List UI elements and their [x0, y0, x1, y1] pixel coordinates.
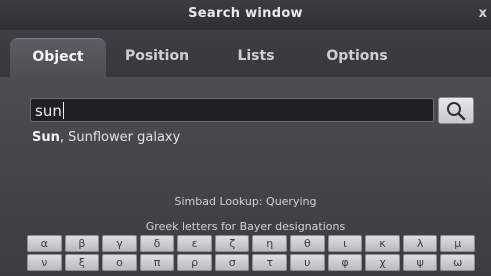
search-icon	[447, 102, 466, 121]
tab-object[interactable]: Object	[10, 38, 106, 78]
greek-key-epsilon[interactable]: ε	[177, 235, 212, 252]
tab-bar: Object Position Lists Options	[0, 30, 491, 78]
greek-key-kappa[interactable]: κ	[365, 235, 400, 252]
greek-letters-grid: α β γ δ ε ζ η θ ι κ λ μ ν ξ ο π ρ σ τ υ …	[27, 235, 475, 271]
greek-key-alpha[interactable]: α	[27, 235, 62, 252]
result-match[interactable]: Sun	[32, 130, 60, 145]
lookup-status: Simbad Lookup: Querying	[174, 195, 317, 208]
greek-key-nu[interactable]: ν	[27, 254, 62, 271]
greek-key-chi[interactable]: χ	[365, 254, 400, 271]
tab-lists[interactable]: Lists	[214, 38, 298, 77]
title-bar[interactable]: Search window x	[0, 0, 491, 30]
greek-letters-label: Greek letters for Bayer designations	[145, 220, 346, 233]
greek-key-eta[interactable]: η	[252, 235, 288, 252]
greek-key-upsilon[interactable]: υ	[290, 254, 325, 271]
greek-key-theta[interactable]: θ	[290, 235, 325, 252]
search-input[interactable]: sun	[30, 98, 434, 122]
greek-key-sigma[interactable]: σ	[214, 254, 250, 271]
window-title: Search window	[188, 6, 303, 21]
greek-key-mu[interactable]: μ	[440, 235, 475, 252]
result-rest: , Sunflower galaxy	[59, 130, 181, 145]
close-icon[interactable]: x	[479, 6, 487, 21]
tab-options[interactable]: Options	[310, 38, 404, 77]
greek-key-delta[interactable]: δ	[139, 235, 175, 252]
text-caret	[62, 102, 64, 119]
search-input-value: sun	[35, 102, 62, 120]
greek-key-iota[interactable]: ι	[327, 235, 363, 252]
tab-position[interactable]: Position	[110, 38, 204, 77]
greek-key-beta[interactable]: β	[64, 235, 100, 252]
greek-key-lambda[interactable]: λ	[402, 235, 438, 252]
search-window: Search window x Object Position Lists Op…	[0, 0, 491, 276]
search-button[interactable]	[438, 97, 474, 124]
greek-key-psi[interactable]: ψ	[402, 254, 438, 271]
greek-key-omega[interactable]: ω	[440, 254, 475, 271]
greek-key-rho[interactable]: ρ	[177, 254, 212, 271]
greek-key-omicron[interactable]: ο	[102, 254, 137, 271]
greek-key-xi[interactable]: ξ	[64, 254, 100, 271]
search-results[interactable]: Sun, Sunflower galaxy	[32, 130, 180, 145]
greek-key-zeta[interactable]: ζ	[214, 235, 250, 252]
greek-key-phi[interactable]: φ	[327, 254, 363, 271]
greek-key-gamma[interactable]: γ	[102, 235, 137, 252]
greek-key-pi[interactable]: π	[139, 254, 175, 271]
greek-key-tau[interactable]: τ	[252, 254, 288, 271]
